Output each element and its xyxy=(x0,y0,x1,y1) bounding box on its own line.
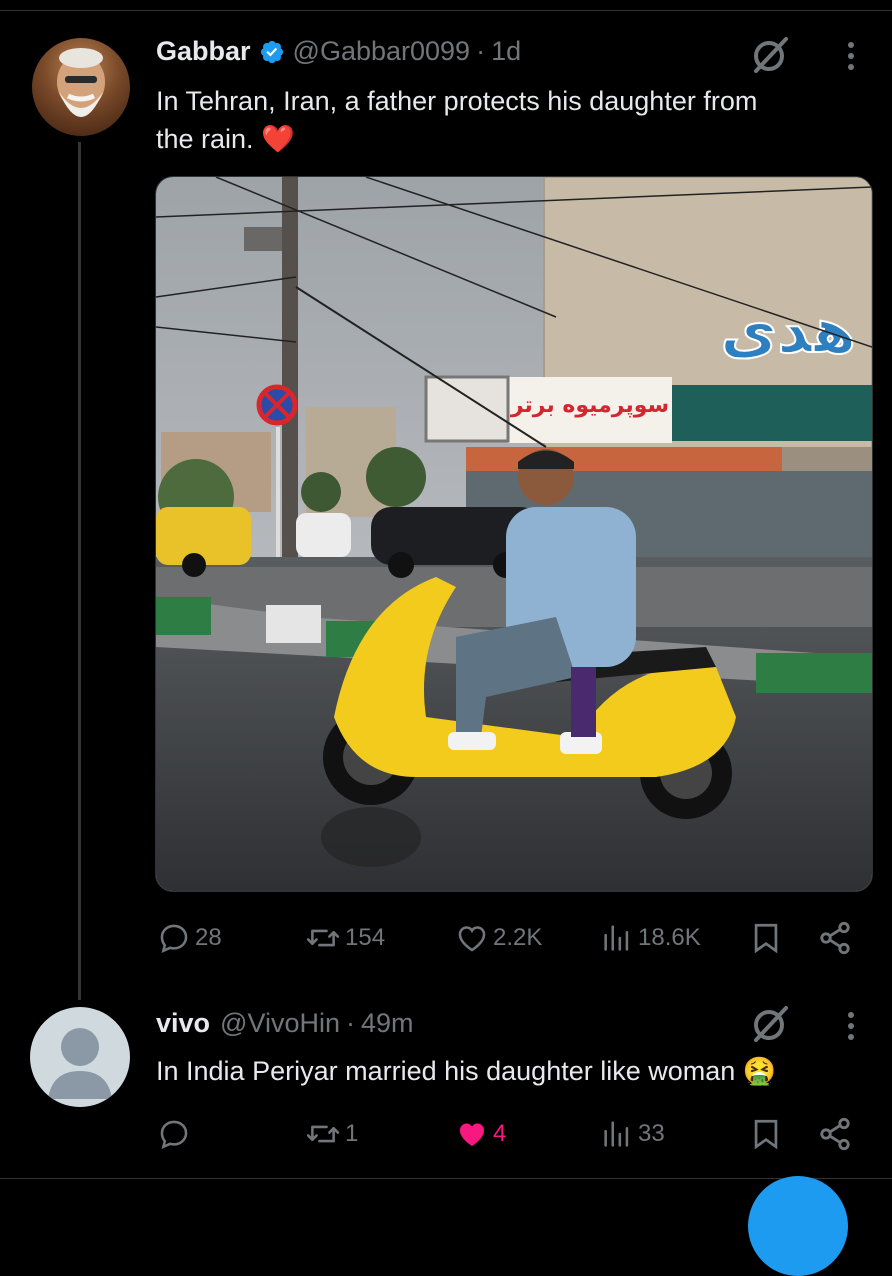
more-icon[interactable] xyxy=(845,42,857,76)
post-header: Gabbar @Gabbar0099 · 1d xyxy=(156,36,521,67)
post-text: In Tehran, Iran, a father protects his d… xyxy=(156,82,856,158)
reply-actions: 1 4 33 xyxy=(155,1114,865,1154)
more-icon[interactable] xyxy=(845,1012,857,1046)
post-image[interactable]: هدی سوپرمیوه برتر xyxy=(155,176,873,892)
like-button[interactable]: 2.2K xyxy=(455,918,542,958)
vomit-emoji: 🤮 xyxy=(742,1056,777,1086)
timestamp[interactable]: 1d xyxy=(491,36,521,67)
reply-text: In India Periyar married his daughter li… xyxy=(156,1052,866,1090)
bookmark-button[interactable] xyxy=(749,918,783,958)
author-handle[interactable]: @VivoHin xyxy=(220,1008,340,1039)
reply-button[interactable] xyxy=(157,1114,195,1154)
bookmark-icon xyxy=(754,923,778,954)
like-icon-filled xyxy=(459,1123,485,1147)
thread-connector xyxy=(78,142,81,1000)
separator: · xyxy=(346,1008,355,1038)
like-icon xyxy=(458,926,486,952)
views-icon xyxy=(604,925,629,951)
share-button[interactable] xyxy=(817,918,853,958)
photo-scene: هدی سوپرمیوه برتر xyxy=(156,177,872,891)
grok-icon[interactable] xyxy=(748,33,790,75)
share-button[interactable] xyxy=(817,1114,853,1154)
share-icon xyxy=(820,921,850,955)
like-count: 2.2K xyxy=(493,924,543,951)
bookmark-button[interactable] xyxy=(749,1114,783,1154)
default-avatar-icon xyxy=(48,1028,112,1099)
shop-sign-text: سوپرمیوه برتر xyxy=(510,393,669,418)
author-name[interactable]: Gabbar xyxy=(156,36,251,67)
repost-button[interactable]: 1 xyxy=(305,1114,358,1154)
avatar[interactable] xyxy=(32,38,130,136)
author-name[interactable]: vivo xyxy=(156,1008,210,1039)
top-divider xyxy=(0,10,892,11)
repost-icon xyxy=(306,929,340,947)
post-actions: 28 154 2.2K 18.6K xyxy=(155,918,865,958)
post-text-line-2: the rain. xyxy=(156,124,254,154)
grok-icon[interactable] xyxy=(748,1002,790,1044)
like-button[interactable]: 4 xyxy=(455,1114,506,1154)
reply-text-main: In India Periyar married his daughter li… xyxy=(156,1056,736,1086)
repost-count: 154 xyxy=(345,924,386,951)
compose-fab[interactable] xyxy=(748,1176,848,1276)
bottom-divider xyxy=(0,1178,892,1179)
views-button[interactable]: 33 xyxy=(600,1114,665,1154)
repost-count: 1 xyxy=(345,1120,359,1147)
repost-icon xyxy=(306,1125,340,1143)
views-button[interactable]: 18.6K xyxy=(600,918,701,958)
svg-text:هدی: هدی xyxy=(720,294,856,367)
verified-icon xyxy=(260,40,283,63)
timestamp[interactable]: 49m xyxy=(361,1008,414,1039)
reply-button[interactable]: 28 xyxy=(157,918,222,958)
heart-emoji: ❤️ xyxy=(261,124,295,154)
avatar-default[interactable] xyxy=(30,1007,130,1107)
reply-icon xyxy=(160,924,188,953)
author-handle[interactable]: @Gabbar0099 xyxy=(293,36,471,67)
reply-header: vivo @VivoHin · 49m xyxy=(156,1008,414,1039)
separator: · xyxy=(476,36,486,66)
reply-count: 28 xyxy=(195,924,222,951)
bookmark-icon xyxy=(754,1119,778,1150)
views-count: 33 xyxy=(638,1120,665,1147)
avatar-illustration xyxy=(57,48,105,117)
views-count: 18.6K xyxy=(638,924,701,951)
repost-button[interactable]: 154 xyxy=(305,918,385,958)
like-count: 4 xyxy=(493,1120,507,1147)
views-icon xyxy=(604,1121,629,1147)
share-icon xyxy=(820,1117,850,1151)
post-text-line-1: In Tehran, Iran, a father protects his d… xyxy=(156,86,758,116)
reply-icon xyxy=(160,1120,188,1149)
